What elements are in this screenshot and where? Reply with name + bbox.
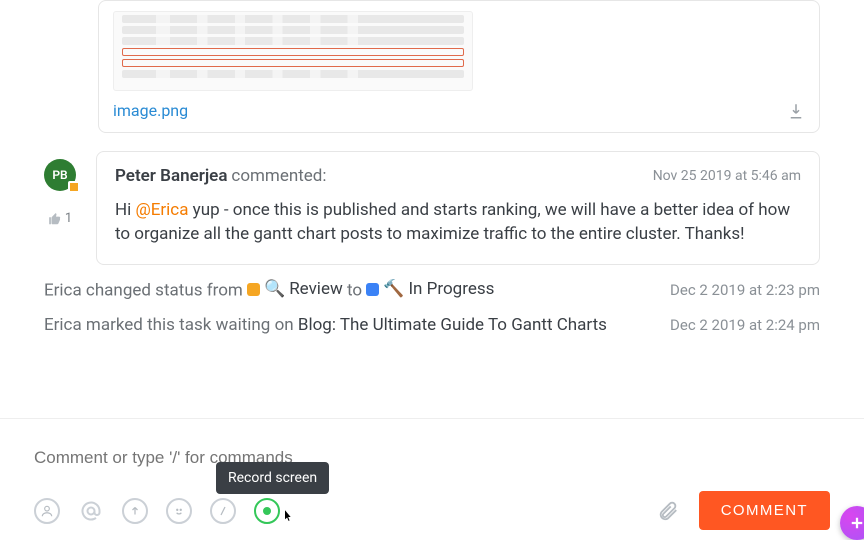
activity-actor[interactable]: Erica — [44, 281, 82, 301]
status-to: 🔨 In Progress — [366, 279, 494, 299]
task-detail-panel: image.png PB 1 Peter Banerjea commented: — [0, 0, 864, 540]
emoji-icon[interactable] — [166, 498, 192, 524]
record-screen-icon[interactable] — [254, 498, 280, 524]
status-color-blue — [366, 283, 379, 296]
attach-file-icon[interactable] — [657, 500, 679, 522]
attachment-filename[interactable]: image.png — [113, 101, 188, 120]
comment-verb: commented: — [231, 166, 326, 186]
avatar[interactable]: PB — [44, 159, 76, 191]
slash-command-icon[interactable] — [210, 498, 236, 524]
attachment-thumbnail[interactable] — [113, 11, 473, 91]
comment-row: PB 1 Peter Banerjea commented: Nov 25 20… — [44, 151, 820, 265]
activity-verb: changed status from — [82, 281, 247, 301]
comment-text-suffix: yup - once this is published and starts … — [115, 200, 790, 244]
status-color-yellow — [247, 283, 260, 296]
hammer-icon: 🔨 — [383, 279, 404, 299]
download-icon[interactable] — [787, 102, 805, 120]
activity-time: Dec 2 2019 at 2:24 pm — [670, 316, 820, 334]
attachment-card[interactable]: image.png — [98, 0, 820, 133]
activity-to-word: to — [347, 281, 366, 301]
cursor-pointer-icon — [280, 508, 296, 524]
submit-comment-button[interactable]: COMMENT — [699, 491, 830, 530]
comment-card: Peter Banerjea commented: Nov 25 2019 at… — [96, 151, 820, 265]
activity-verb: marked this task waiting on — [82, 315, 298, 335]
mention[interactable]: @Erica — [135, 200, 188, 220]
avatar-initials: PB — [52, 168, 67, 182]
status-to-label: In Progress — [408, 279, 494, 299]
comment-composer: Record screen — [0, 418, 864, 540]
comment-author[interactable]: Peter Banerjea — [115, 166, 227, 186]
activity-waiting-on: Erica marked this task waiting on Blog: … — [44, 315, 820, 335]
activity-status-change: Erica changed status from 🔍 Review to 🔨 … — [44, 279, 820, 301]
tooltip-record-screen: Record screen — [216, 462, 329, 494]
avatar-status-badge — [68, 181, 80, 193]
comment-text-prefix: Hi — [115, 200, 135, 220]
activity-target-task[interactable]: Blog: The Ultimate Guide To Gantt Charts — [298, 315, 607, 335]
activity-time: Dec 2 2019 at 2:23 pm — [670, 281, 820, 299]
magnify-icon: 🔍 — [264, 279, 285, 299]
status-from: 🔍 Review — [247, 279, 343, 299]
comment-body: Hi @Erica yup - once this is published a… — [115, 198, 801, 246]
task-link-icon[interactable] — [122, 498, 148, 524]
like-count: 1 — [65, 211, 72, 226]
composer-toolbar — [34, 498, 280, 524]
mention-icon[interactable] — [78, 498, 104, 524]
assign-icon[interactable] — [34, 498, 60, 524]
activity-actor[interactable]: Erica — [44, 315, 82, 335]
comment-timestamp: Nov 25 2019 at 5:46 am — [653, 168, 801, 184]
status-from-label: Review — [289, 279, 343, 299]
comment-input[interactable] — [34, 427, 830, 485]
like-button[interactable]: 1 — [48, 211, 72, 226]
